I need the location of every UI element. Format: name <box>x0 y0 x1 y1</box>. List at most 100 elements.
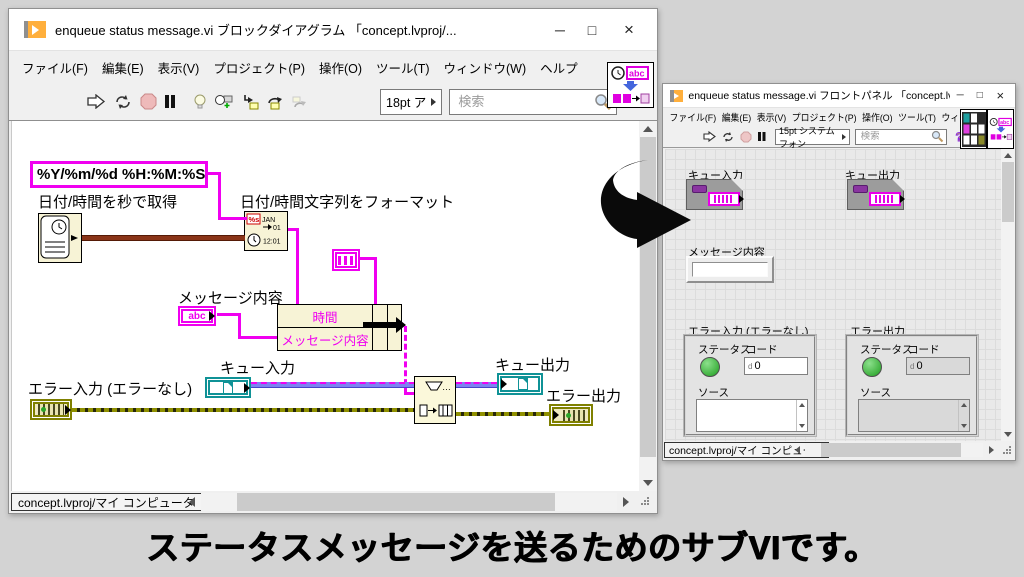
panel-canvas[interactable]: キュー入力 キュー出力 メッセージ内容 エラー入力 (エラーなし) ステータス … <box>665 149 1001 441</box>
wire-error-out[interactable] <box>456 412 549 416</box>
wire-timestamp[interactable] <box>82 235 245 241</box>
minimize-button[interactable]: ─ <box>950 90 970 101</box>
close-button[interactable]: × <box>609 20 649 40</box>
status-led[interactable] <box>700 357 720 377</box>
abort-button[interactable] <box>740 131 752 143</box>
maximize-button[interactable]: □ <box>970 90 990 101</box>
cluster-type-constant[interactable] <box>332 249 360 271</box>
queue-out-terminal[interactable] <box>497 373 543 395</box>
icon-block[interactable]: abc <box>960 109 1014 149</box>
vi-icon[interactable]: abc <box>607 62 654 108</box>
maximize-button[interactable]: □ <box>575 22 609 38</box>
error-out-terminal[interactable] <box>549 404 593 426</box>
error-in-cluster[interactable]: ステータス コード d0 ソース <box>684 335 816 436</box>
time-format-string-constant[interactable]: %Y/%m/%d %H:%M:%S <box>30 161 208 188</box>
font-selector[interactable]: 18pt ア <box>380 89 442 115</box>
wire-queue-out[interactable] <box>456 382 497 388</box>
pause-button[interactable] <box>164 94 176 109</box>
format-datetime-node[interactable]: %s JAN 01 12:01 <box>244 211 288 251</box>
run-continuous-button[interactable] <box>721 131 735 143</box>
run-button[interactable] <box>87 94 106 109</box>
close-button[interactable]: × <box>990 88 1011 103</box>
source-field <box>858 399 970 432</box>
step-into-icon[interactable] <box>241 94 259 110</box>
horizontal-scrollbar[interactable] <box>805 443 983 457</box>
wire-message[interactable] <box>238 336 278 339</box>
scrollbar-thumb[interactable] <box>821 443 961 457</box>
source-field[interactable] <box>696 399 808 432</box>
scroll-left-button[interactable] <box>185 494 199 510</box>
source-scrollbar[interactable] <box>796 400 807 431</box>
execution-target-tab[interactable]: concept.lvproj/マイ コンピュータ <box>664 442 829 458</box>
font-selector[interactable]: 15pt システムフォン <box>775 129 850 145</box>
highlight-execution-icon[interactable] <box>193 94 207 110</box>
menu-file[interactable]: ファイル(F) <box>15 55 95 80</box>
scrollbar-thumb[interactable] <box>1002 162 1014 222</box>
menu-help[interactable]: ヘルプ <box>533 55 585 80</box>
scrollbar-thumb[interactable] <box>237 493 555 511</box>
titlebar[interactable]: enqueue status message.vi フロントパネル 「conce… <box>663 84 1015 108</box>
search-input[interactable] <box>861 131 931 142</box>
wire-string-const[interactable] <box>218 172 221 220</box>
scroll-right-button[interactable] <box>985 443 997 457</box>
diagram-canvas[interactable]: %Y/%m/%d %H:%M:%S 日付/時間を秒で取得 日付/時間文字列をフォ… <box>11 121 639 491</box>
menu-project[interactable]: プロジェクト(P) <box>789 109 859 125</box>
fmt-month: JAN <box>262 217 275 224</box>
scroll-right-button[interactable] <box>619 494 633 510</box>
execution-target-tab[interactable]: concept.lvproj/マイ コンピュータ <box>11 493 202 511</box>
error-in-terminal[interactable] <box>30 399 72 420</box>
error-out-cluster[interactable]: ステータス コード d0 ソース <box>846 335 978 436</box>
vi-icon[interactable]: abc <box>987 109 1014 149</box>
queue-out-indicator[interactable] <box>847 179 904 210</box>
menu-tools[interactable]: ツール(T) <box>369 55 436 80</box>
resize-grip[interactable] <box>1003 446 1013 456</box>
code-field[interactable]: d0 <box>744 357 808 375</box>
wire-string-const[interactable] <box>218 217 247 220</box>
wire-cluster-type[interactable] <box>374 257 377 305</box>
titlebar[interactable]: enqueue status message.vi ブロックダイアグラム 「co… <box>9 9 657 51</box>
menu-view[interactable]: 表示(V) <box>754 109 789 125</box>
run-continuous-button[interactable] <box>113 94 133 110</box>
get-datetime-node[interactable] <box>38 213 82 263</box>
run-button[interactable] <box>703 131 716 142</box>
bundle-field-time[interactable]: 時間 <box>277 304 373 328</box>
search-box[interactable] <box>449 89 617 115</box>
scroll-up-button[interactable] <box>1001 149 1015 162</box>
menu-file[interactable]: ファイル(F) <box>667 109 719 125</box>
retain-wire-values-icon[interactable] <box>214 94 234 110</box>
minimize-button[interactable]: ─ <box>545 22 575 38</box>
menu-window[interactable]: ウィンドウ(W) <box>437 55 534 80</box>
scroll-down-button[interactable] <box>639 475 657 491</box>
source-scrollbar[interactable] <box>958 400 969 431</box>
labview-icon <box>24 21 46 38</box>
vertical-scrollbar[interactable] <box>1001 149 1015 441</box>
search-box[interactable] <box>855 129 947 145</box>
wire-queue-in[interactable] <box>251 382 415 388</box>
resize-grip[interactable] <box>641 497 651 507</box>
scroll-up-button[interactable] <box>639 121 657 137</box>
message-string-control[interactable] <box>686 256 774 283</box>
connector-pane-icon[interactable] <box>960 109 987 149</box>
wire-time-string[interactable] <box>296 228 299 305</box>
menu-tools[interactable]: ツール(T) <box>895 109 938 125</box>
menu-edit[interactable]: 編集(E) <box>719 109 754 125</box>
menu-view[interactable]: 表示(V) <box>151 55 207 80</box>
search-input[interactable] <box>458 94 594 109</box>
menu-operate[interactable]: 操作(O) <box>312 55 369 80</box>
abort-button[interactable] <box>140 93 157 110</box>
bundle-field-message[interactable]: メッセージ内容 <box>277 327 373 351</box>
queue-in-terminal[interactable] <box>205 377 251 398</box>
pause-button[interactable] <box>757 131 766 142</box>
wire-error-in[interactable] <box>72 408 415 412</box>
menu-project[interactable]: プロジェクト(P) <box>206 55 312 80</box>
horizontal-scrollbar[interactable] <box>201 493 617 511</box>
scroll-left-button[interactable] <box>791 443 803 457</box>
enqueue-element-node[interactable]: … <box>414 376 456 424</box>
menu-operate[interactable]: 操作(O) <box>859 109 895 125</box>
step-over-icon[interactable] <box>266 94 284 110</box>
scroll-down-button[interactable] <box>1001 428 1015 441</box>
menu-edit[interactable]: 編集(E) <box>95 55 151 80</box>
search-icon[interactable] <box>931 130 944 143</box>
step-out-icon[interactable] <box>291 94 307 110</box>
message-string-terminal[interactable]: abc <box>178 306 216 326</box>
